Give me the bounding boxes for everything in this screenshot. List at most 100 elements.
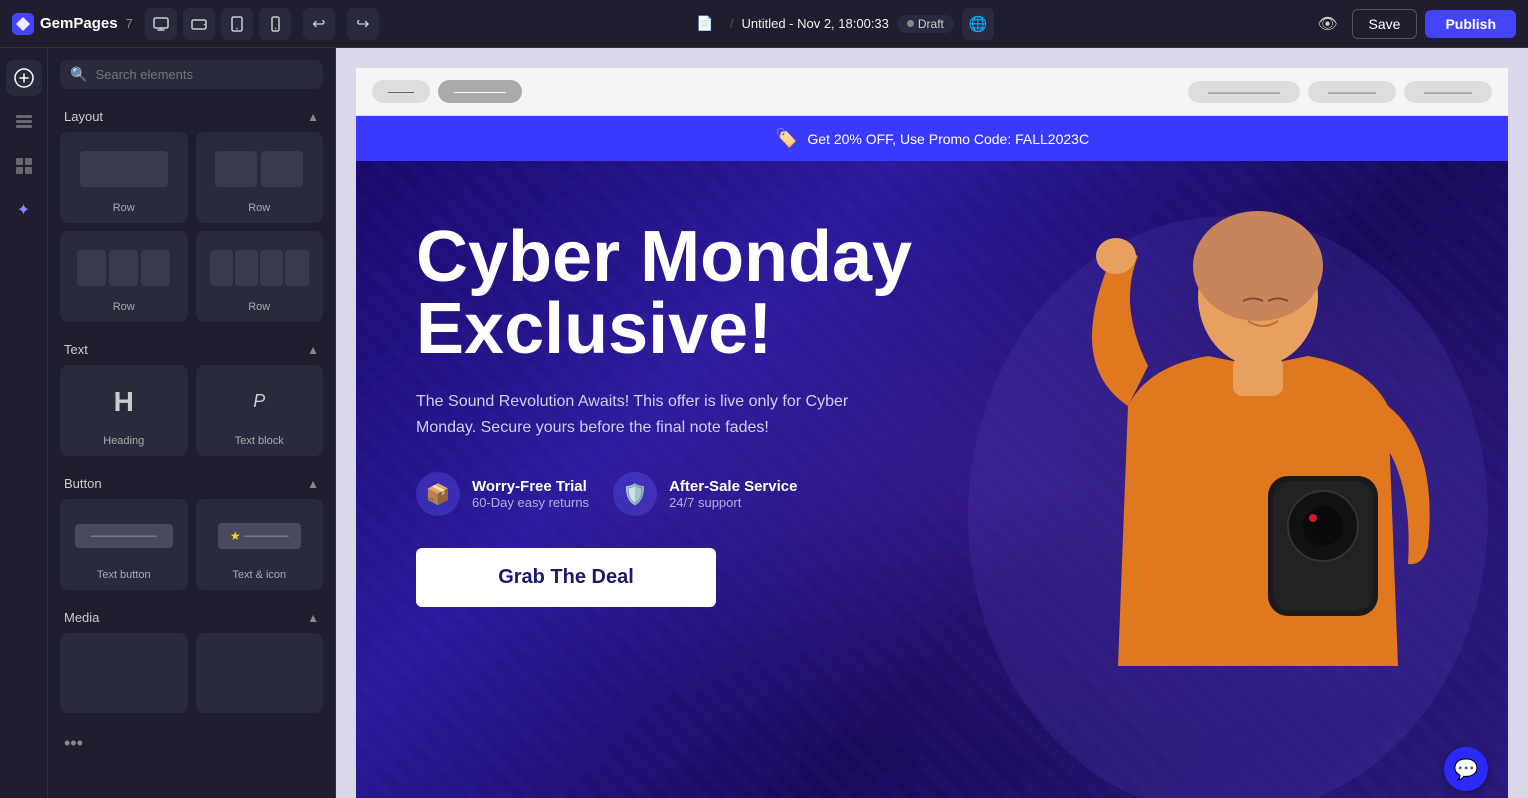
media-section-header[interactable]: Media ▲: [48, 602, 335, 633]
grab-deal-button[interactable]: Grab The Deal: [416, 548, 716, 607]
canvas-pill-2[interactable]: ————: [438, 80, 522, 103]
canvas-top-left: —— ————: [372, 80, 522, 103]
button-section-header[interactable]: Button ▲: [48, 468, 335, 499]
mobile-icon[interactable]: [259, 8, 291, 40]
canvas-top-right: —————— ———— ————: [1188, 81, 1492, 103]
media-toggle-icon: ▲: [307, 611, 319, 625]
media-section-title: Media: [64, 610, 99, 625]
hero-person-illustration: [948, 166, 1508, 798]
chat-bubble[interactable]: 💬: [1444, 747, 1488, 791]
pages-button[interactable]: [6, 148, 42, 184]
page-title-text: Untitled - Nov 2, 18:00:33: [741, 16, 888, 31]
elements-panel: 🔍 Layout ▲ Row Row: [48, 48, 336, 798]
button-section-title: Button: [64, 476, 102, 491]
logo-text: GemPages: [40, 15, 118, 32]
row-3-preview: [69, 240, 179, 295]
text-button-element[interactable]: —————— Text button: [60, 499, 188, 590]
text-icon-label: Text & icon: [232, 569, 286, 581]
row-3-label: Row: [113, 301, 135, 313]
page-info-icon: 📄: [696, 15, 713, 32]
hero-features: 📦 Worry-Free Trial 60-Day easy returns 🛡…: [416, 472, 996, 516]
canvas-pill-5[interactable]: ————: [1404, 81, 1492, 103]
hero-feature-2: 🛡️ After-Sale Service 24/7 support: [613, 472, 797, 516]
media-grid: [48, 633, 335, 725]
heading-element[interactable]: H Heading: [60, 365, 188, 456]
hero-feature-1: 📦 Worry-Free Trial 60-Day easy returns: [416, 472, 589, 516]
redo-button[interactable]: ↪: [347, 8, 379, 40]
search-bar: 🔍: [60, 60, 323, 89]
after-sale-icon: 🛡️: [613, 472, 657, 516]
ai-button[interactable]: ✦: [6, 192, 42, 228]
text-section-header[interactable]: Text ▲: [48, 334, 335, 365]
preview-button[interactable]: 👁: [1312, 8, 1344, 40]
globe-icon[interactable]: 🌐: [962, 8, 994, 40]
hero-feature-1-text: Worry-Free Trial 60-Day easy returns: [472, 478, 589, 510]
tablet-icon[interactable]: [221, 8, 253, 40]
heading-preview: H: [69, 374, 179, 429]
row-2-label: Row: [248, 202, 270, 214]
media-placeholder-1[interactable]: [60, 633, 188, 713]
hero-feature-2-text: After-Sale Service 24/7 support: [669, 478, 797, 510]
layers-button[interactable]: [6, 104, 42, 140]
hero-content: Cyber Monday Exclusive! The Sound Revolu…: [416, 221, 996, 607]
draft-dot: [907, 20, 914, 27]
feature-1-sub: 60-Day easy returns: [472, 495, 589, 510]
row-4-element[interactable]: Row: [196, 231, 324, 322]
row-1-element[interactable]: Row: [60, 132, 188, 223]
button-toggle-icon: ▲: [307, 477, 319, 491]
row-3-element[interactable]: Row: [60, 231, 188, 322]
more-icon: •••: [64, 733, 83, 754]
draft-badge: Draft: [897, 15, 954, 33]
page-info: 📄 / Untitled - Nov 2, 18:00:33 Draft 🌐: [696, 8, 994, 40]
hero-subtitle: The Sound Revolution Awaits! This offer …: [416, 389, 896, 440]
text-icon-preview: ★ ————: [205, 508, 315, 563]
undo-button[interactable]: ↩: [303, 8, 335, 40]
text-button-preview: ——————: [69, 508, 179, 563]
topbar-actions: 👁 Save Publish: [1312, 8, 1516, 40]
row-2-preview: [205, 141, 315, 196]
layout-section-header[interactable]: Layout ▲: [48, 101, 335, 132]
more-options[interactable]: •••: [48, 725, 335, 770]
row-1-label: Row: [113, 202, 135, 214]
text-grid: H Heading P Text block: [48, 365, 335, 468]
canvas-wrapper: —— ———— —————— ———— ———— 🏷️ Get 20% OFF,…: [336, 48, 1528, 798]
search-input[interactable]: [95, 67, 313, 82]
feature-1-title: Worry-Free Trial: [472, 478, 589, 495]
canvas-topnav: —— ———— —————— ———— ————: [356, 68, 1508, 116]
device-icons: [145, 8, 291, 40]
canvas-content: 🏷️ Get 20% OFF, Use Promo Code: FALL2023…: [356, 116, 1508, 798]
desktop-icon[interactable]: [145, 8, 177, 40]
hero-title: Cyber Monday Exclusive!: [416, 221, 996, 365]
layout-section-title: Layout: [64, 109, 103, 124]
canvas-pill-3[interactable]: ——————: [1188, 81, 1300, 103]
button-grid: —————— Text button ★ ———— Text & icon: [48, 499, 335, 602]
media-placeholder-2[interactable]: [196, 633, 324, 713]
text-section-title: Text: [64, 342, 88, 357]
layout-toggle-icon: ▲: [307, 110, 319, 124]
logo: GemPages 7: [12, 13, 133, 35]
row-4-preview: [205, 240, 315, 295]
text-block-element[interactable]: P Text block: [196, 365, 324, 456]
promo-banner: 🏷️ Get 20% OFF, Use Promo Code: FALL2023…: [356, 116, 1508, 161]
feature-2-title: After-Sale Service: [669, 478, 797, 495]
search-icon: 🔍: [70, 66, 87, 83]
hero-section: Cyber Monday Exclusive! The Sound Revolu…: [356, 161, 1508, 798]
text-toggle-icon: ▲: [307, 343, 319, 357]
tablet-landscape-icon[interactable]: [183, 8, 215, 40]
publish-button[interactable]: Publish: [1425, 10, 1516, 38]
canvas-pill-4[interactable]: ————: [1308, 81, 1396, 103]
draft-label: Draft: [918, 17, 944, 31]
layout-grid: Row Row Row Row: [48, 132, 335, 334]
version-text: 7: [126, 16, 133, 31]
text-block-preview: P: [205, 374, 315, 429]
text-icon-element[interactable]: ★ ———— Text & icon: [196, 499, 324, 590]
promo-text: Get 20% OFF, Use Promo Code: FALL2023C: [807, 131, 1089, 147]
add-elements-button[interactable]: [6, 60, 42, 96]
canvas-pill-1[interactable]: ——: [372, 80, 430, 103]
main-layout: ✦ 🔍 Layout ▲ Row Row: [0, 48, 1528, 798]
save-button[interactable]: Save: [1352, 9, 1418, 39]
feature-2-sub: 24/7 support: [669, 495, 797, 510]
topbar: GemPages 7 ↩ ↪ 📄 / Untitled - Nov 2, 18:…: [0, 0, 1528, 48]
heading-label: Heading: [103, 435, 144, 447]
row-2-element[interactable]: Row: [196, 132, 324, 223]
